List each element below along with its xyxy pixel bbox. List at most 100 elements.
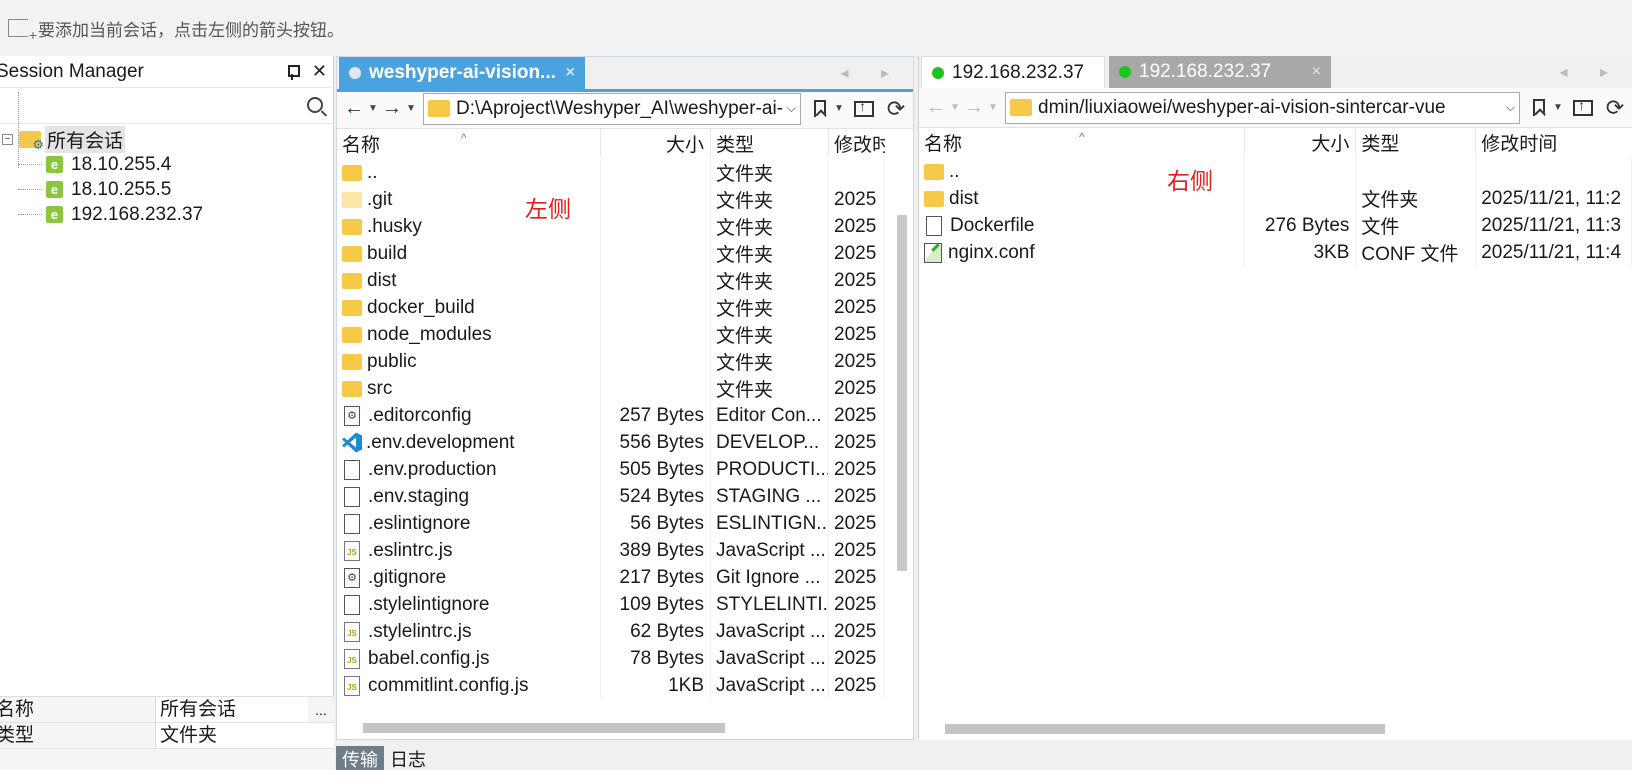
- forward-dropdown[interactable]: ▼: [405, 103, 417, 114]
- column-header-size[interactable]: 大小: [1245, 128, 1357, 156]
- session-icon: e: [46, 156, 63, 173]
- session-item[interactable]: e 192.168.232.37: [0, 202, 333, 227]
- file-row[interactable]: JS .eslintrc.js 389 Bytes JavaScript ... 202…: [337, 537, 913, 564]
- column-header-modified[interactable]: 修改时间: [829, 129, 885, 157]
- back-dropdown[interactable]: ▼: [949, 102, 961, 113]
- parent-folder-button[interactable]: [851, 95, 877, 123]
- back-arrow-icon[interactable]: ←: [923, 94, 949, 122]
- tab-close-icon[interactable]: ×: [1312, 63, 1321, 81]
- horizontal-scrollbar[interactable]: [363, 723, 725, 733]
- session-item[interactable]: e 18.10.255.5: [0, 177, 333, 202]
- hint-text: 要添加当前会话，点击左侧的箭头按钮。: [38, 20, 344, 40]
- file-row[interactable]: .git 文件夹 2025: [337, 186, 913, 213]
- file-row[interactable]: .env.production 505 Bytes PRODUCTI... 2025: [337, 456, 913, 483]
- property-key: 类型: [0, 723, 156, 748]
- bookmark-button[interactable]: [1526, 94, 1552, 122]
- column-header-size[interactable]: 大小: [601, 129, 711, 157]
- vertical-scrollbar[interactable]: [897, 215, 907, 571]
- file-size-cell-text: 56 Bytes: [630, 512, 704, 534]
- file-row[interactable]: JS .stylelintrc.js 62 Bytes JavaScript ... 2…: [337, 618, 913, 645]
- property-value[interactable]: 所有会话: [156, 697, 308, 722]
- file-row[interactable]: src 文件夹 2025: [337, 375, 913, 402]
- forward-dropdown[interactable]: ▼: [987, 102, 999, 113]
- tab-close-icon[interactable]: ×: [566, 64, 575, 82]
- tree-root-all-sessions[interactable]: − 所有会话: [0, 126, 333, 153]
- file-row[interactable]: node_modules 文件夹 2025: [337, 321, 913, 348]
- back-arrow-icon[interactable]: ←: [341, 95, 367, 123]
- file-row[interactable]: dist 文件夹 2025: [337, 267, 913, 294]
- folder-icon: [342, 164, 362, 181]
- file-row[interactable]: .env.development 556 Bytes DEVELOP... 2025: [337, 429, 913, 456]
- collapse-toggle[interactable]: −: [2, 134, 13, 145]
- doc-icon: [344, 594, 360, 615]
- bookmark-icon: [1533, 99, 1545, 116]
- parent-folder-button[interactable]: [1570, 94, 1596, 122]
- column-header-modified[interactable]: 修改时间: [1476, 128, 1632, 156]
- file-row[interactable]: .stylelintignore 109 Bytes STYLELINTI... 20…: [337, 591, 913, 618]
- file-size-cell: [601, 159, 711, 186]
- bookmark-button[interactable]: [807, 95, 833, 123]
- column-header-type[interactable]: 类型: [711, 129, 829, 157]
- file-row[interactable]: dist 文件夹 2025/11/21, 11:2: [919, 185, 1632, 212]
- file-row[interactable]: ⚙ .editorconfig 257 Bytes Editor Con... 2025: [337, 402, 913, 429]
- file-row[interactable]: build 文件夹 2025: [337, 240, 913, 267]
- refresh-icon[interactable]: ⟳: [883, 95, 909, 123]
- file-size-cell: 524 Bytes: [601, 483, 711, 510]
- column-header-type[interactable]: 类型: [1356, 128, 1477, 156]
- forward-arrow-icon[interactable]: →: [961, 94, 987, 122]
- tab-scroll-arrows[interactable]: ◂ ▸: [840, 63, 903, 83]
- file-row[interactable]: JS babel.config.js 78 Bytes JavaScript ... 2…: [337, 645, 913, 672]
- local-path-input[interactable]: D:\Aproject\Weshyper_AI\weshyper-ai-visi…: [423, 92, 801, 125]
- close-panel-button[interactable]: ✕: [312, 61, 327, 82]
- file-modified-cell: [829, 159, 885, 186]
- file-row[interactable]: .eslintignore 56 Bytes ESLINTIGN... 2025: [337, 510, 913, 537]
- file-size-cell-text: 276 Bytes: [1264, 214, 1350, 236]
- file-size-cell-text: 109 Bytes: [619, 593, 705, 615]
- file-row[interactable]: Dockerfile 276 Bytes 文件 2025/11/21, 11:3: [919, 212, 1632, 239]
- remote-toolbar: ← ▼ → ▼ dmin/liuxiaowei/weshyper-ai-vision…: [919, 88, 1632, 128]
- file-name-cell-text: dist: [367, 269, 397, 291]
- search-icon[interactable]: [307, 97, 323, 113]
- file-type-cell: 文件夹: [711, 348, 829, 375]
- file-row[interactable]: docker_build 文件夹 2025: [337, 294, 913, 321]
- chevron-down-icon[interactable]: ⌵: [787, 101, 796, 116]
- horizontal-scrollbar[interactable]: [945, 724, 1385, 734]
- file-row[interactable]: public 文件夹 2025: [337, 348, 913, 375]
- back-dropdown[interactable]: ▼: [367, 103, 379, 114]
- file-row[interactable]: ⚙ .gitignore 217 Bytes Git Ignore ... 2025: [337, 564, 913, 591]
- forward-arrow-icon[interactable]: →: [379, 95, 405, 123]
- bookmark-dropdown[interactable]: ▼: [1552, 102, 1564, 113]
- file-row[interactable]: JS commitlint.config.js 1KB JavaScript ... 2…: [337, 672, 913, 699]
- chevron-down-icon[interactable]: ⌵: [1506, 100, 1515, 115]
- file-row[interactable]: .env.staging 524 Bytes STAGING ... 2025: [337, 483, 913, 510]
- file-modified-cell: 2025: [829, 213, 885, 240]
- session-label: 18.10.255.5: [71, 178, 172, 200]
- file-row[interactable]: ..: [919, 158, 1632, 185]
- file-row[interactable]: nginx.conf 3KB CONF 文件 2025/11/21, 11:4: [919, 239, 1632, 266]
- bookmark-dropdown[interactable]: ▼: [833, 103, 845, 114]
- file-size-cell-text: 217 Bytes: [619, 566, 705, 588]
- tab-local-folder[interactable]: weshyper-ai-vision... ×: [339, 57, 585, 89]
- file-name-cell-text: .eslintrc.js: [368, 539, 453, 561]
- file-modified-cell: 2025: [829, 564, 885, 591]
- remote-header-row: ^ 名称 大小 类型 修改时间: [919, 128, 1632, 158]
- tab-remote-session-1[interactable]: 192.168.232.37: [921, 56, 1105, 88]
- file-type-cell-text: 文件夹: [716, 326, 774, 347]
- property-edit-button[interactable]: ...: [308, 702, 334, 718]
- file-row[interactable]: .. 文件夹: [337, 159, 913, 186]
- tab-scroll-arrows[interactable]: ◂ ▸: [1559, 62, 1622, 82]
- tab-log[interactable]: 日志: [384, 746, 432, 770]
- file-modified-cell-text: 2025: [834, 674, 877, 696]
- pin-icon[interactable]: [286, 64, 300, 80]
- remote-path-input[interactable]: dmin/liuxiaowei/weshyper-ai-vision-sinte…: [1005, 91, 1520, 124]
- session-search-input[interactable]: [0, 88, 333, 124]
- refresh-icon[interactable]: ⟳: [1602, 94, 1628, 122]
- tab-transfer[interactable]: 传输: [336, 746, 384, 770]
- session-item[interactable]: e 18.10.255.4: [0, 152, 333, 177]
- tab-remote-session-2[interactable]: 192.168.232.37 ×: [1109, 56, 1331, 88]
- file-modified-cell-text: 2025: [834, 242, 877, 264]
- file-name-cell-text: babel.config.js: [368, 647, 490, 669]
- vscode-icon: [342, 432, 362, 453]
- file-row[interactable]: .husky 文件夹 2025: [337, 213, 913, 240]
- column-header-name[interactable]: 名称: [337, 129, 601, 157]
